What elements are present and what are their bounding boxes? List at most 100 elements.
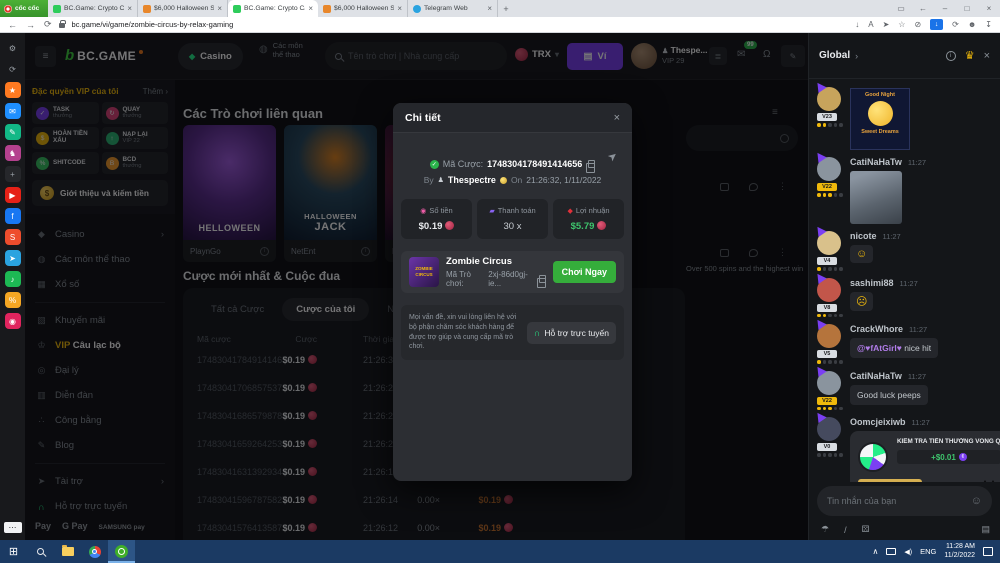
minimize-icon[interactable]: – [934,4,956,13]
tab-close-icon[interactable]: × [397,4,402,13]
youtube-icon[interactable]: ▶ [5,187,21,203]
stars [817,453,843,457]
facebook-icon[interactable]: f [5,208,21,224]
on-label: On [511,175,522,185]
bookmark-icon[interactable]: ☆ [898,20,905,29]
chat-image-moon[interactable]: Good NightSweet Dreams [850,88,910,150]
profile-icon[interactable]: ☻ [968,20,976,29]
game-thumbnail[interactable]: ZOMBIE CIRCUS [409,257,439,287]
lucky-spin-card[interactable]: KIỂM TRA TIỀN THƯỞNG VÒNG QU+$0.01¢Quay … [850,431,1000,482]
chat-username[interactable]: Oomcjeixiwb [850,417,906,427]
file-explorer-icon[interactable] [54,540,81,563]
chat-message: V8sashimi8811:27☹ [817,278,992,318]
share-icon[interactable]: ➤ [883,20,890,29]
network-icon[interactable] [886,548,896,555]
copy-icon[interactable] [588,160,595,168]
forward-icon[interactable]: → [26,20,35,30]
chat-time: 11:27 [900,279,918,288]
tab-favicon [53,5,61,13]
settings-icon[interactable]: ⚙ [5,40,21,56]
player-name[interactable]: Thespectre [448,175,496,185]
info-icon[interactable]: i [946,51,956,61]
chat-username[interactable]: CatiNaHaTw [850,371,902,381]
back-icon[interactable]: ← [8,20,17,30]
stat-box: ◆Lợi nhuận$5.79 [553,199,624,239]
tab-close-icon[interactable]: × [308,4,313,13]
browser-addressbar: ← → ⟳ bc.game/vi/game/zombie-circus-by-rel… [0,17,1000,33]
clock[interactable]: 11:28 AM11/2/2022 [944,543,975,561]
tab-close-icon[interactable]: × [127,4,132,13]
messenger-icon[interactable]: ✉ [5,103,21,119]
browser-tab[interactable]: $6,000 Halloween Slot Battle× [138,0,228,17]
close-window-icon[interactable]: × [978,4,1000,13]
video-icon[interactable]: ◉ [5,313,21,329]
save-page-icon[interactable]: ↓ [855,20,859,29]
screencast-icon[interactable]: ▭ [890,4,912,13]
live-support-button[interactable]: ∩ Hỗ trợ trực tuyến [527,322,616,344]
command-icon[interactable]: / [844,525,847,535]
games-icon[interactable]: ♞ [5,145,21,161]
trophy-icon[interactable]: ♛ [965,49,975,62]
history-icon[interactable]: ⟳ [5,61,21,77]
lucky-wheel-icon [858,442,888,472]
play-now-button[interactable]: Chơi Ngay [553,261,616,283]
chat-image[interactable] [850,171,902,224]
download-button[interactable]: ↓ [930,19,943,30]
chat-username[interactable]: CrackWhore [850,324,903,334]
url-text[interactable]: bc.game/vi/game/zombie-circus-by-relax-g… [72,20,849,29]
mention[interactable]: @♥fAtGirl♥ [857,343,904,353]
chat-username[interactable]: nicote [850,231,877,241]
star-dot [828,360,832,364]
star-dot [817,453,821,457]
chat-room-label[interactable]: Global [819,50,850,61]
translate-icon[interactable]: A [868,20,873,29]
browser-tab[interactable]: Telegram Web× [408,0,498,17]
more-apps-icon[interactable]: ⋯ [4,522,22,533]
coccoc-taskbar-icon[interactable] [108,540,135,563]
browser-tab[interactable]: BC.Game: Crypto Casino Gan× [228,0,318,17]
notes-icon[interactable]: ✎ [5,124,21,140]
tab-close-icon[interactable]: × [487,4,492,13]
notification-center-icon[interactable] [983,547,993,556]
brand-label: cốc cốc [15,5,39,12]
coccoc-brand-button[interactable]: cốc cốc [0,0,48,17]
tab-close-icon[interactable]: × [217,4,222,13]
close-icon[interactable]: × [614,112,620,124]
star-dot [839,314,843,318]
restore-icon[interactable]: □ [956,4,978,13]
bcgame-page: ≡ b BC.GAME ◆ Casino ◍ Các môn thể thao … [25,33,1000,540]
sync-icon[interactable]: ⟳ [952,20,959,29]
tab-back-icon[interactable]: ← [912,4,934,13]
chat-input[interactable]: Tin nhắn của bạn ☺ [817,486,992,516]
adblock-icon[interactable]: ⊘ [914,20,921,29]
dice-icon[interactable]: ⚄ [862,524,870,535]
chat-username[interactable]: CatiNaHaTw [850,157,902,167]
spin-now-button[interactable]: Quay Ngay!! [858,479,922,482]
volume-icon[interactable]: ◀) [904,548,912,556]
chrome-icon[interactable] [81,540,108,563]
copy-icon[interactable] [539,275,545,283]
tray-caret-icon[interactable]: ∧ [873,547,879,556]
rain-icon[interactable]: ☂ [821,524,829,535]
star-dot [834,314,838,318]
spotify-icon[interactable]: ♪ [5,271,21,287]
shopee-icon[interactable]: S [5,229,21,245]
browser-tab[interactable]: BC.Game: Crypto Casino Gan× [48,0,138,17]
taskbar-search-icon[interactable] [27,540,54,563]
downloads-tray-icon[interactable]: ↧ [985,20,992,29]
keyboard-icon[interactable]: ▤ [981,524,990,535]
chat-username[interactable]: sashimi88 [850,278,894,288]
browser-tab[interactable]: $6,000 Halloween Slot Battle× [318,0,408,17]
deals-icon[interactable]: % [5,292,21,308]
emoji-icon[interactable]: ☺ [971,495,982,507]
start-button[interactable]: ⊞ [0,540,27,563]
favorites-icon[interactable]: ★ [5,82,21,98]
close-chat-icon[interactable]: × [984,50,990,62]
medal-icon [500,177,507,184]
telegram-icon[interactable]: ➤ [5,250,21,266]
language-indicator[interactable]: ENG [920,547,936,556]
reload-icon[interactable]: ⟳ [44,19,52,30]
new-tab-button[interactable]: + [498,0,514,17]
add-icon[interactable]: + [5,166,21,182]
vip-badge: V23 [817,113,837,121]
